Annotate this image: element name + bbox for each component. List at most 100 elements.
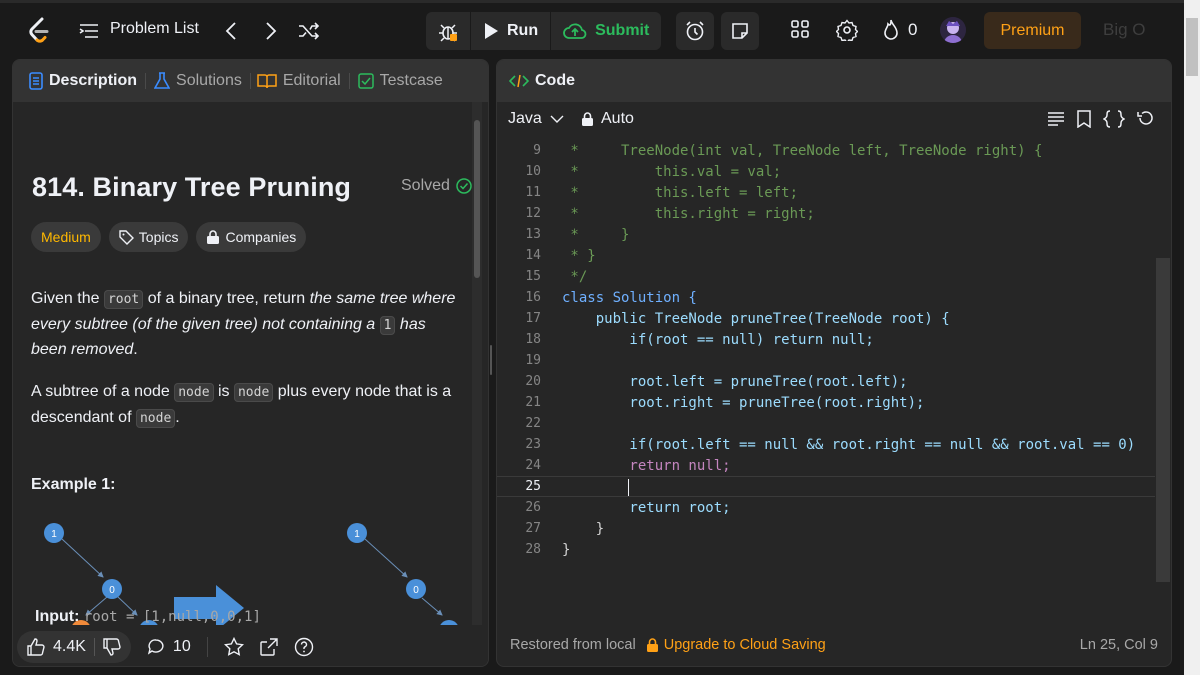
run-button[interactable]: Run bbox=[471, 12, 552, 50]
window-scrollbar[interactable] bbox=[1184, 0, 1200, 675]
description-scrollbar[interactable] bbox=[472, 102, 482, 625]
problem-list-link[interactable]: Problem List bbox=[110, 20, 199, 38]
line-number: 28 bbox=[525, 542, 541, 557]
layout-grid-icon[interactable] bbox=[790, 19, 810, 39]
scrollbar-thumb[interactable] bbox=[1186, 18, 1198, 76]
reset-icon[interactable] bbox=[1137, 110, 1155, 128]
code-line: 19 bbox=[497, 350, 1155, 371]
code-panel-header: Code bbox=[497, 60, 1171, 102]
play-icon bbox=[485, 23, 498, 39]
bookmark-icon[interactable] bbox=[1077, 110, 1091, 128]
input-label: Input: bbox=[35, 608, 80, 625]
streak-counter[interactable]: 0 bbox=[882, 19, 917, 41]
code-line: 20 root.left = pruneTree(root.left); bbox=[497, 371, 1155, 392]
line-number: 14 bbox=[525, 248, 541, 263]
scrollbar-thumb[interactable] bbox=[1156, 258, 1170, 582]
code-line: 11 * this.left = left; bbox=[497, 182, 1155, 203]
code-scrollbar[interactable] bbox=[1155, 138, 1171, 618]
example-input: Input: root = [1,null,0,0,1] bbox=[35, 608, 261, 626]
code-text: public TreeNode pruneTree(TreeNode root)… bbox=[562, 310, 950, 327]
next-problem-icon[interactable] bbox=[260, 20, 282, 42]
submit-button[interactable]: Submit bbox=[551, 12, 661, 50]
code-text: return root; bbox=[562, 499, 731, 516]
companies-label: Companies bbox=[225, 229, 297, 245]
chevron-down-icon bbox=[550, 115, 564, 123]
share-button[interactable] bbox=[260, 637, 278, 656]
tree-node-label: 1 bbox=[51, 529, 57, 540]
code-line-current: 25 bbox=[497, 476, 1155, 497]
auto-mode-toggle[interactable]: Auto bbox=[581, 110, 634, 128]
code-line: 9 * TreeNode(int val, TreeNode left, Tre… bbox=[497, 140, 1155, 161]
editor-toolbar bbox=[1047, 110, 1155, 128]
topics-button[interactable]: Topics bbox=[108, 222, 189, 252]
line-number: 18 bbox=[525, 332, 541, 347]
save-status-label: Restored from local bbox=[510, 637, 636, 653]
panel-resize-handle[interactable] bbox=[489, 345, 493, 375]
big-o-logo[interactable]: Big O bbox=[1103, 20, 1146, 40]
help-button[interactable] bbox=[294, 637, 314, 657]
tag-icon bbox=[119, 229, 134, 245]
format-lines-icon[interactable] bbox=[1047, 111, 1065, 127]
line-number: 9 bbox=[533, 143, 541, 158]
comment-count: 10 bbox=[172, 637, 191, 655]
premium-button[interactable]: Premium bbox=[984, 12, 1081, 49]
language-selector[interactable]: Java bbox=[508, 110, 564, 128]
problem-list-icon[interactable] bbox=[78, 22, 100, 40]
debug-button[interactable] bbox=[426, 12, 471, 50]
shuffle-icon[interactable] bbox=[298, 20, 320, 42]
code-line: 26 return root; bbox=[497, 497, 1155, 518]
timer-button[interactable] bbox=[676, 12, 714, 50]
code-text: * this.right = right; bbox=[562, 205, 815, 222]
code-line: 21 root.right = pruneTree(root.right); bbox=[497, 392, 1155, 413]
tab-description-label: Description bbox=[49, 72, 138, 89]
description-footer: 4.4K 10 bbox=[13, 625, 488, 666]
problem-title[interactable]: 814. Binary Tree Pruning bbox=[32, 172, 351, 203]
code-text: * TreeNode(int val, TreeNode left, TreeN… bbox=[562, 142, 1043, 159]
description-paragraph-2: A subtree of a node node is node plus ev… bbox=[31, 380, 461, 431]
tab-code[interactable]: Code bbox=[497, 60, 583, 102]
thumbs-up-icon[interactable] bbox=[27, 637, 45, 656]
code-text: } bbox=[562, 520, 605, 537]
scrollbar-thumb[interactable] bbox=[474, 120, 480, 278]
line-number: 19 bbox=[525, 353, 541, 368]
notes-button[interactable] bbox=[721, 12, 759, 50]
thumbs-down-icon[interactable] bbox=[103, 637, 121, 656]
inline-code: node bbox=[135, 408, 176, 428]
code-text: */ bbox=[562, 268, 588, 285]
tab-solutions[interactable]: Solutions bbox=[146, 60, 250, 102]
code-text: if(root == null) return null; bbox=[562, 331, 874, 348]
code-text: root.right = pruneTree(root.right); bbox=[562, 394, 925, 411]
tree-edge bbox=[364, 538, 408, 578]
upgrade-label: Upgrade to Cloud Saving bbox=[663, 637, 826, 653]
auto-label: Auto bbox=[601, 110, 634, 127]
text: . bbox=[175, 408, 180, 426]
difficulty-badge: Medium bbox=[31, 222, 101, 252]
braces-icon[interactable] bbox=[1103, 110, 1125, 128]
code-text: if(root.left == null && root.right == nu… bbox=[562, 436, 1136, 453]
companies-button[interactable]: Companies bbox=[196, 222, 307, 252]
input-value: root = [1,null,0,0,1] bbox=[83, 609, 261, 625]
run-submit-group: Run Submit bbox=[426, 12, 662, 50]
leetcode-logo-icon[interactable] bbox=[26, 17, 52, 45]
inline-code: root bbox=[103, 290, 144, 309]
description-panel: Description Solutions Editorial Testcase… bbox=[12, 59, 489, 667]
tab-editorial-label: Editorial bbox=[282, 72, 341, 89]
tab-description[interactable]: Description bbox=[13, 60, 145, 102]
tab-editorial[interactable]: Editorial bbox=[251, 60, 349, 102]
favorite-button[interactable] bbox=[223, 636, 244, 657]
user-avatar[interactable] bbox=[940, 17, 966, 43]
code-text: class Solution { bbox=[562, 289, 697, 306]
code-text: * } bbox=[562, 247, 596, 264]
code-editor[interactable]: 9 * TreeNode(int val, TreeNode left, Tre… bbox=[497, 140, 1171, 620]
line-number: 24 bbox=[525, 458, 541, 473]
tab-testcase[interactable]: Testcase bbox=[350, 60, 451, 102]
comments-button[interactable]: 10 bbox=[147, 638, 191, 656]
like-dislike-group: 4.4K bbox=[17, 630, 131, 663]
line-number: 26 bbox=[525, 500, 541, 515]
settings-gear-icon[interactable] bbox=[836, 19, 858, 41]
note-icon bbox=[732, 23, 748, 39]
prev-problem-icon[interactable] bbox=[220, 20, 242, 42]
upgrade-cloud-link[interactable]: Upgrade to Cloud Saving bbox=[646, 637, 826, 653]
line-number: 23 bbox=[525, 437, 541, 452]
